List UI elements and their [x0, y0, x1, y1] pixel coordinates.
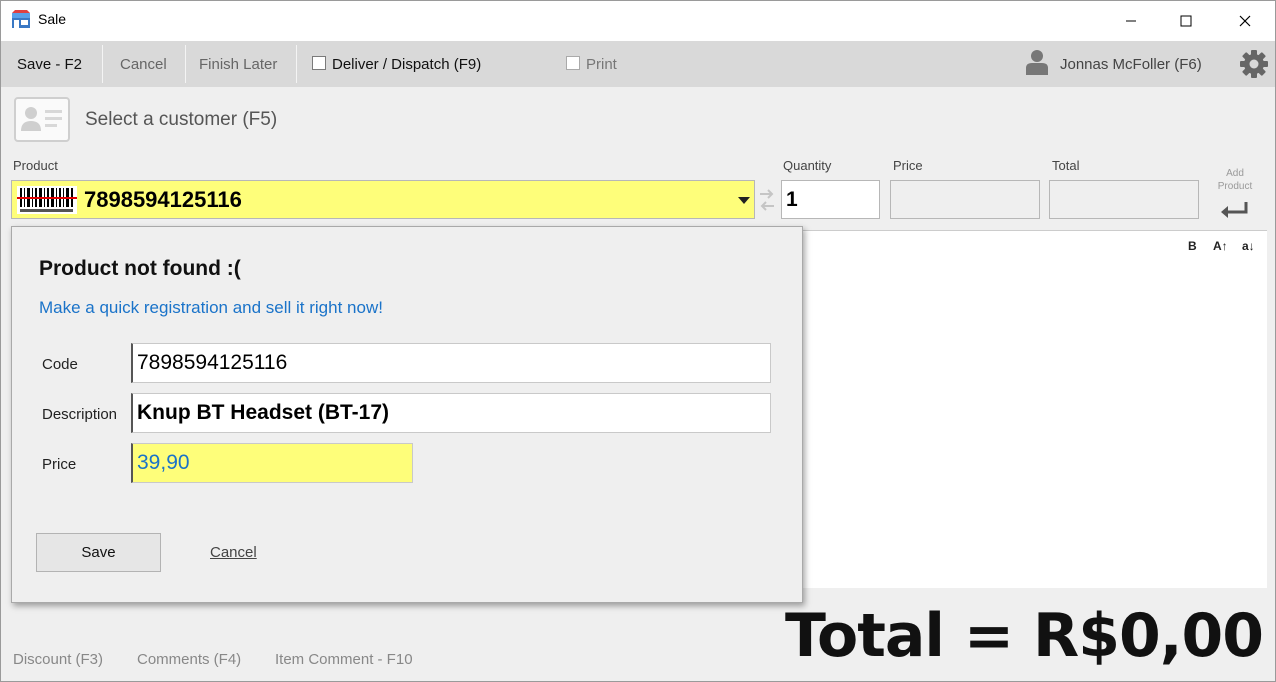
product-not-found-dialog: Product not found :( Make a quick regist…: [11, 226, 803, 603]
close-button[interactable]: [1222, 1, 1268, 41]
enter-arrow-icon[interactable]: [1220, 201, 1250, 219]
print-label[interactable]: Print: [586, 41, 617, 87]
description-input[interactable]: Knup BT Headset (BT-17): [131, 393, 771, 433]
code-value: 7898594125116: [137, 351, 288, 374]
swap-arrows-icon[interactable]: [758, 187, 776, 213]
quantity-label: Quantity: [783, 158, 832, 173]
window-title: Sale: [38, 11, 67, 27]
price-label: Price: [893, 158, 923, 173]
code-input[interactable]: 7898594125116: [131, 343, 771, 383]
title-bar: Sale: [1, 1, 1275, 41]
add-product-button[interactable]: Add Product: [1211, 167, 1259, 193]
minimize-button[interactable]: [1108, 1, 1154, 41]
total-input: [1049, 180, 1199, 219]
cancel-button[interactable]: Cancel: [120, 41, 167, 87]
increase-font-button[interactable]: A↑: [1213, 239, 1228, 253]
comments-link[interactable]: Comments (F4): [137, 651, 241, 668]
price-input[interactable]: [890, 180, 1040, 219]
close-icon: [1239, 15, 1251, 27]
sale-window: Sale Save - F2 Cancel Finish Later Deliv…: [0, 0, 1276, 682]
price-field-value: 39,90: [137, 451, 190, 474]
select-customer-label[interactable]: Select a customer (F5): [85, 109, 277, 131]
bold-button[interactable]: B: [1188, 239, 1197, 253]
store-icon: [12, 10, 30, 28]
product-code-value: 7898594125116: [84, 187, 242, 212]
deliver-checkbox[interactable]: [312, 56, 326, 70]
dialog-save-button[interactable]: Save: [36, 533, 161, 572]
deliver-label[interactable]: Deliver / Dispatch (F9): [332, 41, 481, 87]
barcode-icon: [17, 186, 77, 214]
total-label: Total: [1052, 158, 1080, 173]
toolbar-divider: [296, 45, 297, 83]
gear-icon[interactable]: [1239, 49, 1269, 79]
price-field-label: Price: [42, 456, 77, 473]
price-field-input[interactable]: 39,90: [131, 443, 413, 483]
product-input[interactable]: 7898594125116: [11, 180, 755, 219]
product-label: Product: [13, 158, 58, 173]
user-icon: [1026, 50, 1048, 75]
customer-card-icon[interactable]: [14, 97, 70, 142]
dialog-cancel-link[interactable]: Cancel: [210, 544, 257, 561]
chevron-down-icon[interactable]: [738, 197, 750, 204]
decrease-font-button[interactable]: a↓: [1242, 239, 1255, 253]
save-button[interactable]: Save - F2: [17, 41, 82, 87]
finish-later-button[interactable]: Finish Later: [199, 41, 277, 87]
description-label: Description: [42, 406, 118, 423]
item-comment-link[interactable]: Item Comment - F10: [275, 651, 413, 668]
toolbar-divider: [185, 45, 186, 83]
discount-link[interactable]: Discount (F3): [13, 651, 103, 668]
minimize-icon: [1126, 20, 1136, 22]
quantity-input[interactable]: 1: [781, 180, 880, 219]
toolbar: Save - F2 Cancel Finish Later Deliver / …: [1, 41, 1275, 87]
dialog-title: Product not found :(: [39, 257, 241, 280]
grand-total: Total = R$0,00: [785, 601, 1264, 671]
code-label: Code: [42, 356, 78, 373]
print-checkbox[interactable]: [566, 56, 580, 70]
dialog-subtitle: Make a quick registration and sell it ri…: [39, 298, 383, 317]
quantity-value: 1: [786, 188, 798, 211]
user-name-button[interactable]: Jonnas McFoller (F6): [1060, 41, 1202, 87]
description-value: Knup BT Headset (BT-17): [137, 401, 390, 424]
maximize-icon: [1180, 15, 1192, 27]
maximize-button[interactable]: [1163, 1, 1209, 41]
toolbar-divider: [102, 45, 103, 83]
